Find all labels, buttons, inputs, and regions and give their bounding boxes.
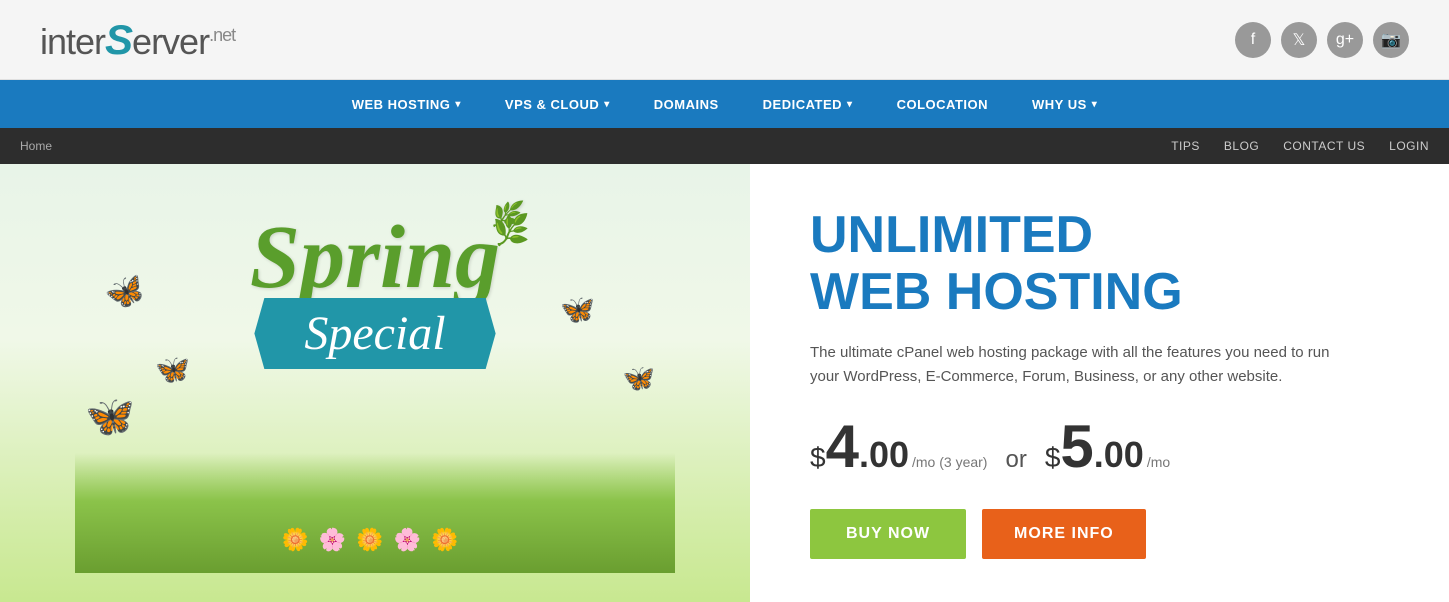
butterfly-1: 🦋 — [100, 267, 150, 316]
breadcrumb: Home — [20, 139, 52, 153]
price2-dollar-sign: $ — [1045, 444, 1061, 472]
leaf-icon: 🌿 — [493, 213, 530, 248]
butterfly-3: 🦋 — [155, 353, 190, 386]
price-amount: 4.00 — [826, 417, 909, 477]
logo[interactable]: interServer.net — [40, 16, 235, 64]
twitter-icon[interactable]: 𝕏 — [1281, 22, 1317, 58]
more-info-button[interactable]: MORE INFO — [982, 509, 1146, 559]
nav-tips[interactable]: TIPS — [1171, 139, 1200, 153]
offer-headline: UNLIMITED WEB HOSTING — [810, 207, 1389, 321]
price-dollar-sign: $ — [810, 444, 826, 472]
price-monthly: $ 5.00 /mo — [1045, 417, 1170, 477]
social-icons-group: f 𝕏 g+ 📷 — [1235, 22, 1409, 58]
nav-dedicated[interactable]: DEDICATED ▾ — [741, 80, 875, 128]
offer-description: The ultimate cPanel web hosting package … — [810, 341, 1330, 389]
logo-part1: inter — [40, 21, 105, 62]
logo-part2: erver — [132, 21, 209, 62]
nav-why-us[interactable]: WHY US ▾ — [1010, 80, 1119, 128]
logo-text: interServer.net — [40, 16, 235, 64]
nav-login[interactable]: LOGIN — [1389, 139, 1429, 153]
nav-vps-arrow: ▾ — [604, 99, 610, 110]
butterfly-2: 🦋 — [85, 393, 135, 440]
instagram-icon[interactable]: 📷 — [1373, 22, 1409, 58]
spring-special-graphic: Spring 🌿 Special 🦋 🦋 🦋 🦋 🦋 🌼🌸🌼🌸🌼 — [75, 193, 675, 573]
flowers: 🌼🌸🌼🌸🌼 — [282, 527, 469, 553]
price2-amount: 5.00 — [1060, 417, 1143, 477]
nav-why-us-arrow: ▾ — [1092, 99, 1098, 110]
spring-banner: Spring 🌿 Special 🦋 🦋 🦋 🦋 🦋 🌼🌸🌼🌸🌼 — [0, 164, 750, 602]
price-3year: $ 4.00 /mo (3 year) — [810, 417, 987, 477]
google-plus-icon[interactable]: g+ — [1327, 22, 1363, 58]
cta-buttons: BUY NOW MORE INFO — [810, 509, 1389, 559]
special-ribbon: Special — [254, 298, 495, 369]
butterfly-4: 🦋 — [560, 293, 595, 326]
spring-label: Spring — [250, 208, 500, 307]
logo-tld: .net — [209, 25, 235, 45]
nav-colocation[interactable]: COLOCATION — [875, 80, 1010, 128]
site-header: interServer.net f 𝕏 g+ 📷 — [0, 0, 1449, 80]
nav-blog[interactable]: BLOG — [1224, 139, 1259, 153]
nav-web-hosting-arrow: ▾ — [455, 99, 461, 110]
grass-area: 🌼🌸🌼🌸🌼 — [75, 453, 675, 573]
nav-web-hosting[interactable]: WEB HOSTING ▾ — [330, 80, 483, 128]
nav-domains[interactable]: DOMAINS — [632, 80, 741, 128]
buy-now-button[interactable]: BUY NOW — [810, 509, 966, 559]
price2-suffix: /mo — [1147, 454, 1170, 470]
main-nav: WEB HOSTING ▾ VPS & CLOUD ▾ DOMAINS DEDI… — [0, 80, 1449, 128]
secondary-nav: Home TIPS BLOG CONTACT US LOGIN — [0, 128, 1449, 164]
pricing-block: $ 4.00 /mo (3 year) or $ 5.00 /mo — [810, 417, 1389, 477]
price-suffix: /mo (3 year) — [912, 454, 987, 470]
logo-s: S — [105, 16, 132, 63]
nav-vps-cloud[interactable]: VPS & CLOUD ▾ — [483, 80, 632, 128]
nav-dedicated-arrow: ▾ — [847, 99, 853, 110]
facebook-icon[interactable]: f — [1235, 22, 1271, 58]
breadcrumb-home[interactable]: Home — [20, 139, 52, 153]
secondary-nav-links: TIPS BLOG CONTACT US LOGIN — [1171, 139, 1429, 153]
offer-content: UNLIMITED WEB HOSTING The ultimate cPane… — [750, 164, 1449, 602]
main-content: Spring 🌿 Special 🦋 🦋 🦋 🦋 🦋 🌼🌸🌼🌸🌼 UNLIMIT… — [0, 164, 1449, 602]
price-or-label: or — [1005, 446, 1026, 474]
butterfly-5: 🦋 — [623, 363, 655, 394]
nav-contact-us[interactable]: CONTACT US — [1283, 139, 1365, 153]
